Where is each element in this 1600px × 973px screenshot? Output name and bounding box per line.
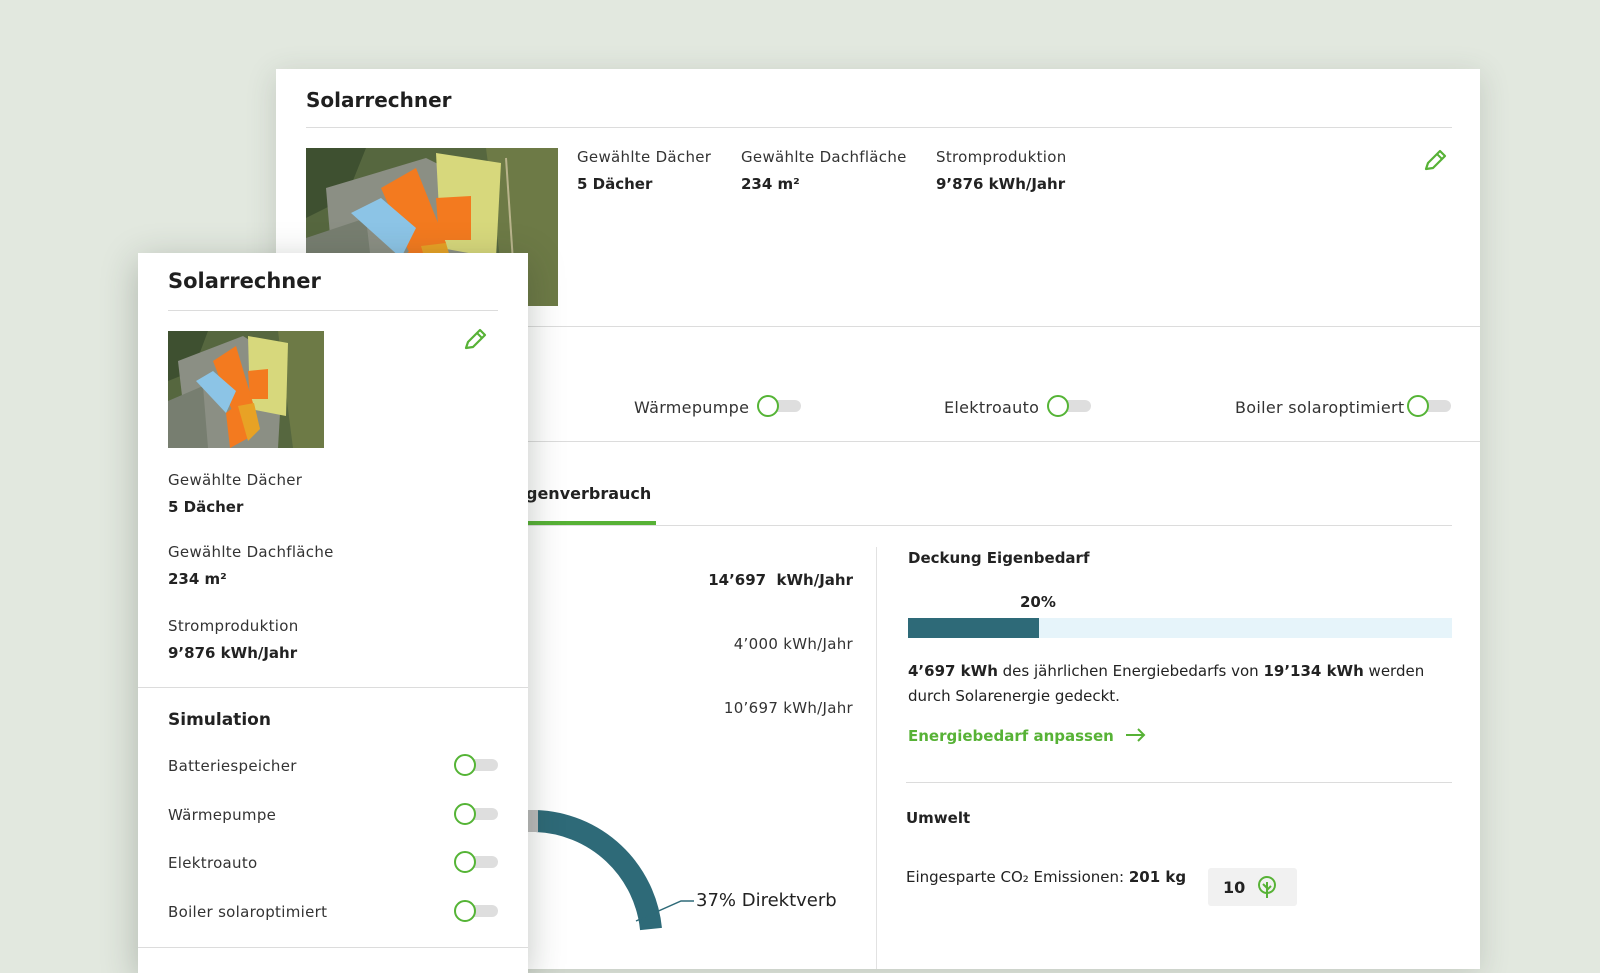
toggle-label-boiler: Boiler solaroptimiert xyxy=(1235,398,1405,417)
tree-icon xyxy=(1254,874,1280,904)
toggle-boiler[interactable] xyxy=(1407,395,1451,417)
stat-label-area-mobile: Gewählte Dachfläche xyxy=(168,543,334,561)
toggle-label-boiler-mobile: Boiler solaroptimiert xyxy=(168,903,328,921)
page-title: Solarrechner xyxy=(306,88,452,112)
toggle-ecar-mobile[interactable] xyxy=(454,851,498,873)
edit-pencil-icon[interactable] xyxy=(1422,148,1448,174)
stat-value-area-mobile: 234 m² xyxy=(168,570,227,588)
stat-label-roofs-mobile: Gewählte Dächer xyxy=(168,471,303,489)
toggle-heatpump-mobile[interactable] xyxy=(454,803,498,825)
page-title-mobile: Solarrechner xyxy=(168,269,321,293)
stat-value-production-mobile: 9’876 kWh/Jahr xyxy=(168,644,298,662)
stat-label-production-mobile: Stromproduktion xyxy=(168,617,299,635)
toggle-label-ecar-mobile: Elektroauto xyxy=(168,854,258,872)
toggle-label-heatpump-mobile: Wärmepumpe xyxy=(168,806,277,824)
toggle-label-battery: Batteriespeicher xyxy=(168,757,297,775)
row-value-1: 14’697 kWh/Jahr xyxy=(708,571,853,589)
tree-badge: 10 xyxy=(1208,868,1297,906)
toggle-label-heatpump: Wärmepumpe xyxy=(634,398,750,417)
toggle-heatpump[interactable] xyxy=(757,395,801,417)
tab-eigenverbrauch[interactable]: genverbrauch xyxy=(526,484,651,503)
stat-value-area: 234 m² xyxy=(741,175,800,193)
roof-map-image-mobile xyxy=(168,331,324,448)
toggle-label-ecar: Elektroauto xyxy=(944,398,1040,417)
stat-label-roofs: Gewählte Dächer xyxy=(577,148,712,166)
edit-pencil-icon-mobile[interactable] xyxy=(462,327,488,353)
deckung-bar-fill xyxy=(908,618,1039,638)
stat-value-roofs-mobile: 5 Dächer xyxy=(168,498,244,516)
stat-value-roofs: 5 Dächer xyxy=(577,175,653,193)
donut-label: 37% Direktverb xyxy=(696,890,837,911)
row-value-2: 4’000 kWh/Jahr xyxy=(733,635,853,653)
donut-chart xyxy=(526,810,694,931)
deckung-text: 4’697 kWh des jährlichen Energiebedarfs … xyxy=(908,662,1425,705)
arrow-right-icon xyxy=(1125,727,1147,746)
simulation-title: Simulation xyxy=(168,710,271,730)
co2-text: Eingesparte CO₂ Emissionen: 201 kg xyxy=(906,868,1187,886)
toggle-battery[interactable] xyxy=(454,754,498,776)
row-value-3: 10’697 kWh/Jahr xyxy=(723,699,853,717)
adjust-demand-link[interactable]: Energiebedarf anpassen xyxy=(908,727,1147,746)
toggle-ecar[interactable] xyxy=(1047,395,1091,417)
deckung-bar-track xyxy=(908,618,1452,638)
tree-count: 10 xyxy=(1223,878,1246,897)
stat-value-production: 9’876 kWh/Jahr xyxy=(936,175,1066,193)
toggle-boiler-mobile[interactable] xyxy=(454,900,498,922)
deckung-percent: 20% xyxy=(1020,593,1056,611)
front-card: Solarrechner Gewählte Dächer 5 Dächer Ge… xyxy=(138,253,528,973)
umwelt-title: Umwelt xyxy=(906,809,971,827)
deckung-title: Deckung Eigenbedarf xyxy=(908,549,1090,567)
stat-label-area: Gewählte Dachfläche xyxy=(741,148,907,166)
stat-label-production: Stromproduktion xyxy=(936,148,1067,166)
